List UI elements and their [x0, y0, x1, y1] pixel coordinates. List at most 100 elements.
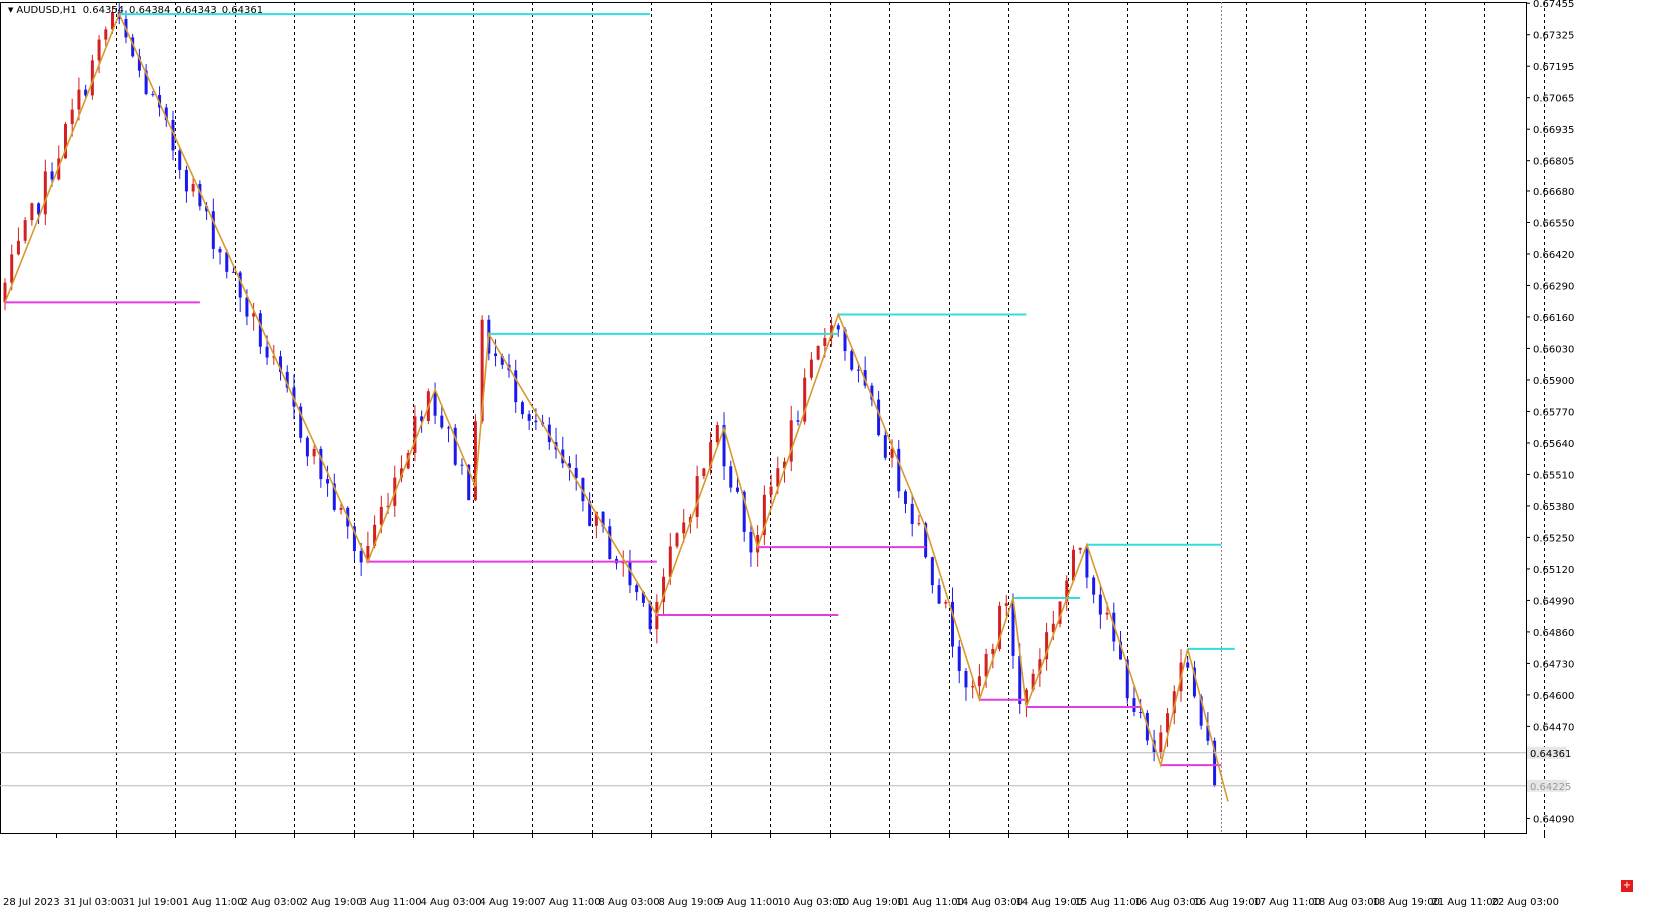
- candle-body: [305, 437, 309, 457]
- candle-body: [1078, 547, 1082, 550]
- candle-body: [50, 171, 54, 180]
- candle-body: [930, 557, 934, 586]
- candle-body: [231, 271, 235, 273]
- candle: [850, 348, 854, 372]
- candle-body: [809, 359, 813, 378]
- y-tick-label: 0.67455: [1533, 0, 1574, 10]
- y-tick-label: 0.65510: [1533, 470, 1574, 481]
- candle-body: [749, 531, 753, 553]
- y-tick-label: 0.66550: [1533, 218, 1574, 229]
- x-tick-label: 28 Jul 2023: [3, 897, 60, 908]
- current-price-label: 0.64361: [1530, 749, 1571, 760]
- candle-body: [43, 171, 47, 215]
- candle: [23, 217, 27, 244]
- y-tick-label: 0.65120: [1533, 565, 1574, 576]
- candle-body: [151, 94, 155, 96]
- candle-body: [702, 468, 706, 477]
- x-tick-label: 18 Aug 03:00: [1313, 897, 1380, 908]
- one-click-trade-button[interactable]: +: [1621, 880, 1633, 892]
- y-tick-label: 0.66805: [1533, 157, 1574, 168]
- x-tick-label: 7 Aug 11:00: [540, 897, 601, 908]
- chart-area[interactable]: 28 Jul 2023 31 Jul 03:00 31 Jul 19:00 1 Aug…: [0, 0, 1679, 917]
- candle-body: [191, 183, 195, 192]
- open-value: 0.64354: [82, 5, 125, 16]
- y-tick-label: 0.65250: [1533, 533, 1574, 544]
- x-tick-label: 8 Aug 19:00: [659, 897, 720, 908]
- candle: [299, 402, 303, 443]
- candle-body: [937, 585, 941, 604]
- x-tick-label: 2 Aug 19:00: [302, 897, 363, 908]
- candle-body: [917, 523, 921, 525]
- y-tick-label: 0.65640: [1533, 439, 1574, 450]
- y-tick-label: 0.67195: [1533, 62, 1574, 73]
- y-tick-label: 0.64860: [1533, 628, 1574, 639]
- candle-body: [675, 533, 679, 547]
- candle-body: [10, 254, 14, 283]
- candle: [453, 424, 457, 467]
- x-tick-label: 9 Aug 11:00: [718, 897, 779, 908]
- low-value: 0.64343: [175, 5, 217, 16]
- candle-body: [184, 169, 188, 192]
- x-tick-label: 2 Aug 03:00: [242, 897, 303, 908]
- y-tick-label: 0.64470: [1533, 722, 1574, 733]
- candle-body: [769, 486, 773, 495]
- candle-body: [715, 424, 719, 443]
- candle-body: [473, 421, 477, 501]
- price-chart[interactable]: 28 Jul 2023 31 Jul 03:00 31 Jul 19:00 1 Aug…: [0, 0, 1679, 917]
- candle-body: [991, 648, 995, 655]
- candle-body: [225, 252, 229, 272]
- window-menu-icon[interactable]: ▼: [8, 6, 13, 14]
- candle-body: [16, 240, 20, 255]
- candle-body: [668, 546, 672, 577]
- candle: [1071, 545, 1075, 581]
- candle-body: [735, 487, 739, 492]
- x-tick-label: 15 Aug 11:00: [1075, 897, 1142, 908]
- candle-body: [1085, 547, 1089, 578]
- y-tick-label: 0.65380: [1533, 502, 1574, 513]
- candle-body: [527, 414, 531, 421]
- candle-body: [984, 654, 988, 677]
- candle-body: [245, 297, 249, 317]
- candle-body: [460, 464, 464, 466]
- candle-body: [1098, 594, 1102, 615]
- candle-body: [836, 325, 840, 330]
- candle-body: [1092, 577, 1096, 595]
- candle-body: [1132, 698, 1136, 713]
- candle-body: [574, 467, 578, 478]
- y-tick-label: 0.64990: [1533, 596, 1574, 607]
- candle-body: [97, 39, 101, 61]
- y-tick-label: 0.65900: [1533, 376, 1574, 387]
- candle-body: [957, 646, 961, 672]
- candle-body: [971, 686, 975, 688]
- candle-body: [238, 272, 242, 298]
- x-tick-label: 14 Aug 03:00: [956, 897, 1023, 908]
- candle-body: [903, 491, 907, 504]
- candle-body: [339, 507, 343, 510]
- candle-body: [359, 551, 363, 563]
- candle-body: [218, 248, 222, 253]
- x-tick-label: 8 Aug 03:00: [599, 897, 660, 908]
- candle-body: [856, 369, 860, 371]
- y-tick-label: 0.64730: [1533, 659, 1574, 670]
- x-tick-label: 31 Jul 19:00: [123, 897, 183, 908]
- candle: [816, 345, 820, 361]
- candle-body: [514, 370, 518, 403]
- y-tick-label: 0.64090: [1533, 814, 1574, 825]
- y-tick-label: 0.64600: [1533, 691, 1574, 702]
- y-tick-label: 0.66420: [1533, 250, 1574, 261]
- x-tick-label: 4 Aug 19:00: [480, 897, 541, 908]
- x-tick-label: 14 Aug 19:00: [1016, 897, 1083, 908]
- candle-body: [178, 150, 182, 170]
- candle-body: [695, 476, 699, 517]
- y-tick-label: 0.67065: [1533, 94, 1574, 105]
- chart-title: ▼ AUDUSD,H1 0.64354 0.64384 0.64343 0.64361: [8, 5, 268, 16]
- candle-body: [453, 427, 457, 465]
- candle-body: [440, 415, 444, 428]
- candle-body: [628, 561, 632, 586]
- candle-body: [77, 89, 81, 110]
- candle-body: [910, 503, 914, 524]
- candle-body: [534, 420, 538, 423]
- high-value: 0.64384: [129, 5, 171, 16]
- candle-body: [1139, 712, 1143, 714]
- y-tick-label: 0.66160: [1533, 313, 1574, 324]
